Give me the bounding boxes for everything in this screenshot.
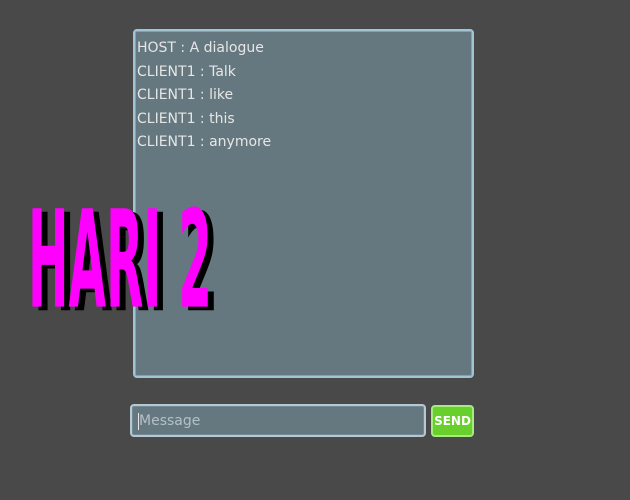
chat-message: CLIENT1 : this: [137, 110, 235, 127]
chat-message-list: HOST : A dialogue CLIENT1 : Talk CLIENT1…: [135, 31, 472, 155]
chat-message: CLIENT1 : Talk: [137, 63, 236, 80]
chat-message: CLIENT1 : anymore: [137, 134, 272, 150]
hari-2-title-text: HARI 2: [28, 182, 212, 339]
hari-2-overlay-title: HARI 2 HARI 2: [28, 182, 218, 343]
send-button[interactable]: SEND: [431, 405, 474, 437]
chat-message: HOST : A dialogue: [137, 40, 264, 56]
chat-message: CLIENT1 : like: [137, 87, 234, 103]
message-input[interactable]: [130, 404, 426, 437]
text-caret: [138, 413, 139, 430]
